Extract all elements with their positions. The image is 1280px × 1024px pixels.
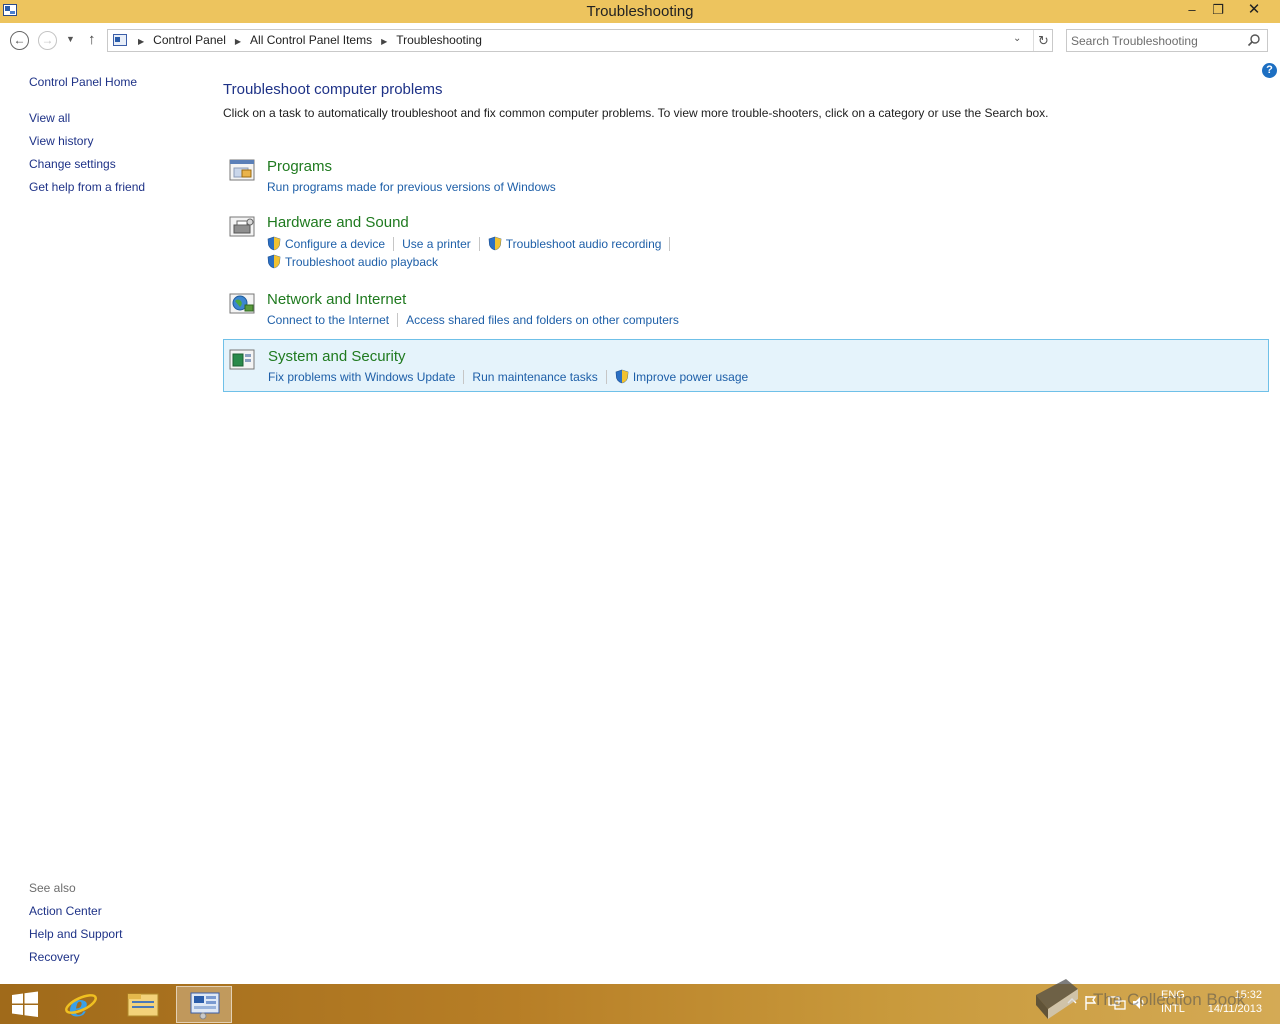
book-watermark-icon (1036, 979, 1078, 1019)
uac-shield-icon (267, 237, 281, 251)
category-hardware-and-sound: Hardware and Sound Configure a device Use… (223, 210, 1269, 274)
window-title: Troubleshooting (586, 3, 694, 20)
category-title-hardware-and-sound[interactable]: Hardware and Sound (267, 214, 409, 231)
page-title: Troubleshoot computer problems (223, 81, 443, 98)
category-title-programs[interactable]: Programs (267, 158, 332, 175)
address-bar[interactable]: ▶ Control Panel ▶ All Control Panel Items ▶ T… (107, 29, 1053, 52)
uac-shield-icon (615, 370, 629, 384)
link-divider (463, 369, 465, 384)
taskbar-internet-explorer[interactable]: e (54, 986, 110, 1024)
link-divider (669, 236, 671, 251)
breadcrumb-all-items[interactable]: All Control Panel Items (250, 33, 372, 47)
refresh-icon[interactable]: ↻ (1033, 30, 1053, 51)
category-links-system: Fix problems with Windows Update Run main… (268, 369, 748, 384)
category-network-and-internet: Network and Internet Connect to the Inte… (223, 287, 1269, 329)
breadcrumb-chevron-icon[interactable]: ▶ (138, 31, 144, 52)
recovery-link[interactable]: Recovery (29, 950, 80, 964)
category-links-hardware-row2: Troubleshoot audio playback (267, 254, 438, 269)
improve-power-usage-link[interactable]: Improve power usage (633, 370, 748, 384)
link-divider (605, 369, 607, 384)
recent-locations-dropdown-icon[interactable]: ▼ (66, 34, 75, 44)
configure-device-link[interactable]: Configure a device (285, 237, 385, 251)
breadcrumb-chevron-icon[interactable]: ▶ (235, 31, 241, 52)
taskbar-control-panel[interactable] (176, 986, 232, 1023)
category-links-hardware: Configure a device Use a printer Troublesh… (267, 236, 678, 251)
search-box[interactable] (1066, 29, 1268, 52)
address-dropdown-icon[interactable]: ⌄ (1013, 33, 1021, 44)
page-description: Click on a task to automatically trouble… (223, 106, 1049, 120)
internet-explorer-icon: e (65, 989, 97, 1024)
system-security-icon (229, 349, 255, 370)
forward-button[interactable]: → (38, 31, 57, 50)
get-help-from-friend-link[interactable]: Get help from a friend (29, 180, 145, 194)
up-button[interactable]: ↑ (88, 31, 96, 48)
watermark-text: The Collection Book (1093, 990, 1246, 1009)
category-links-programs: Run programs made for previous versions … (267, 179, 556, 194)
search-input[interactable] (1071, 32, 1241, 49)
title-bar: Troubleshooting – ❐ ✕ (0, 0, 1280, 23)
svg-text:e: e (69, 989, 88, 1023)
link-divider (393, 236, 395, 251)
search-icon[interactable] (1247, 33, 1261, 47)
category-programs: Programs Run programs made for previous … (223, 154, 1269, 196)
breadcrumb-troubleshooting[interactable]: Troubleshooting (396, 33, 482, 47)
troubleshoot-audio-playback-link[interactable]: Troubleshoot audio playback (285, 255, 438, 269)
breadcrumb-chevron-icon[interactable]: ▶ (381, 31, 387, 52)
fix-windows-update-link[interactable]: Fix problems with Windows Update (268, 370, 455, 384)
troubleshoot-audio-recording-link[interactable]: Troubleshoot audio recording (506, 237, 662, 251)
start-button[interactable] (0, 986, 56, 1023)
change-settings-link[interactable]: Change settings (29, 157, 116, 171)
run-old-programs-link[interactable]: Run programs made for previous versions … (267, 180, 556, 194)
programs-icon (229, 159, 255, 181)
link-divider (478, 236, 480, 251)
link-divider (397, 312, 399, 327)
back-button[interactable]: ← (10, 31, 29, 50)
taskbar-file-explorer[interactable] (116, 986, 172, 1023)
access-shared-files-link[interactable]: Access shared files and folders on other… (406, 313, 679, 327)
help-icon[interactable]: ? (1262, 63, 1277, 78)
view-history-link[interactable]: View history (29, 134, 93, 148)
category-links-network: Connect to the Internet Access shared fil… (267, 312, 679, 327)
control-panel-icon (190, 992, 220, 1020)
uac-shield-icon (488, 237, 502, 251)
uac-shield-icon (267, 255, 281, 269)
close-button[interactable]: ✕ (1241, 0, 1267, 21)
action-center-link[interactable]: Action Center (29, 904, 102, 918)
use-printer-link[interactable]: Use a printer (402, 237, 471, 251)
breadcrumb-control-panel[interactable]: Control Panel (153, 33, 226, 47)
taskbar: e ENG INTL 15:32 14/11/2013 (0, 984, 1280, 1024)
hardware-icon (229, 216, 255, 237)
start-icon (12, 991, 38, 1017)
category-title-network-and-internet[interactable]: Network and Internet (267, 291, 406, 308)
control-panel-home-link[interactable]: Control Panel Home (29, 75, 137, 89)
restore-button[interactable]: ❐ (1205, 0, 1231, 21)
category-title-system-and-security[interactable]: System and Security (268, 348, 406, 365)
view-all-link[interactable]: View all (29, 111, 70, 125)
minimize-button[interactable]: – (1179, 0, 1205, 21)
category-system-and-security[interactable]: System and Security Fix problems with Wi… (223, 339, 1269, 392)
help-and-support-link[interactable]: Help and Support (29, 927, 122, 941)
breadcrumb: ▶ Control Panel ▶ All Control Panel Items ▶ T… (134, 30, 482, 51)
run-maintenance-tasks-link[interactable]: Run maintenance tasks (472, 370, 597, 384)
control-panel-location-icon (113, 34, 127, 46)
see-also-heading: See also (29, 881, 76, 895)
file-explorer-icon (127, 993, 159, 1017)
connect-to-internet-link[interactable]: Connect to the Internet (267, 313, 389, 327)
network-icon (229, 293, 255, 314)
navigation-bar: ← → ▼ ↑ ▶ Control Panel ▶ All Control Panel… (0, 23, 1280, 59)
